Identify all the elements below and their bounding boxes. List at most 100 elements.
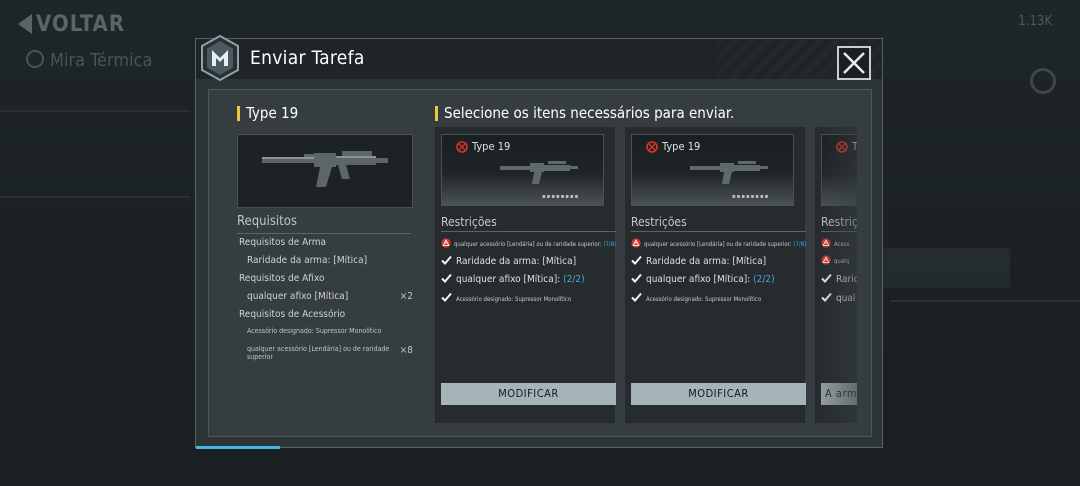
requirement-row: Acessório designado: Supressor Monolític… — [237, 327, 413, 345]
close-button[interactable] — [837, 46, 871, 80]
warning-icon — [821, 255, 831, 265]
check-icon — [631, 292, 642, 302]
m-logo-icon — [201, 35, 239, 81]
restriction-line: qualq — [821, 255, 857, 265]
rarity-mark-icon — [836, 141, 848, 153]
requirement-text: Acessório designado: Supressor Monolític… — [247, 327, 382, 335]
requirement-text: Requisitos de Acessório — [239, 309, 346, 320]
requirement-count: ×2 — [399, 291, 413, 302]
modify-button[interactable]: MODIFICAR — [441, 383, 616, 405]
restriction-text: Raridade da arma: [Mítica] — [456, 256, 577, 267]
requirement-text: Requisitos de Arma — [239, 237, 327, 248]
warning-icon — [821, 238, 831, 248]
card-weapon-name: T — [852, 140, 857, 153]
gear-icon — [1030, 68, 1056, 94]
restrictions-title: Restriç — [821, 215, 857, 229]
requirement-row: Requisitos de Arma — [237, 237, 413, 255]
rarity-mark-icon — [646, 141, 658, 153]
requirement-row: Requisitos de Acessório — [237, 309, 413, 327]
background-divider — [890, 300, 1080, 302]
weapon-card[interactable]: T Restriç Acess qualq Rarid qual A arma — [815, 127, 857, 423]
back-arrow-icon — [18, 14, 32, 34]
check-icon — [441, 273, 452, 283]
restriction-line: qualquer acessório [Lendária] ou de rari… — [631, 238, 811, 248]
restriction-text: Raridade da arma: [Mítica] — [646, 256, 767, 267]
scope-icon — [26, 50, 44, 68]
weapon-card[interactable]: Type 19 ▪▪▪▪▪▪▪▪ Restrições qualquer acessó… — [435, 127, 616, 423]
background-subtitle: Mira Térmica — [26, 50, 152, 71]
restriction-line: Raridade da arma: [Mítica] — [631, 255, 811, 267]
weapon-card-carousel[interactable]: Type 19 ▪▪▪▪▪▪▪▪ Restrições qualquer acessó… — [435, 127, 857, 423]
restriction-line: Rarid — [821, 273, 857, 285]
restriction-progress: (2/2) — [560, 274, 585, 285]
restriction-text: qualquer acessório [Lendária] ou de rari… — [644, 241, 792, 248]
weapon-preview — [237, 134, 413, 208]
warning-icon — [441, 238, 451, 248]
restriction-line: qualquer afixo [Mítica]: (2/2) — [441, 273, 621, 285]
rifle-image — [262, 151, 388, 187]
restriction-text: qual — [836, 293, 856, 304]
rifle-image — [500, 161, 578, 184]
background-subtitle-text: Mira Térmica — [50, 50, 153, 71]
restriction-line: Acess — [821, 238, 857, 248]
restriction-text: qualquer acessório [Lendária] ou de rari… — [454, 241, 602, 248]
background-divider — [0, 196, 190, 198]
rarity-mark-icon — [456, 141, 468, 153]
restriction-line: qualquer afixo [Mítica]: (2/2) — [631, 273, 811, 285]
dialog-body: Type 19 Requisitos Requisitos de Arma Ra… — [208, 89, 872, 437]
requirements-divider — [237, 233, 411, 234]
requirements-title: Requisitos — [237, 214, 298, 229]
card-weapon-image: T — [821, 134, 857, 206]
restrictions-divider — [441, 231, 616, 232]
check-icon — [441, 292, 452, 302]
requirement-count: ×8 — [399, 345, 413, 356]
rifle-image — [690, 161, 768, 184]
restrictions-divider — [631, 231, 806, 232]
requirement-row: qualquer afixo [Mítica] ×2 — [237, 291, 413, 309]
restriction-progress: (2/2) — [750, 274, 775, 285]
weapon-card[interactable]: Type 19 ▪▪▪▪▪▪▪▪ Restrições qualquer acessó… — [625, 127, 806, 423]
weapon-status-button[interactable]: A arma — [821, 383, 857, 405]
progress-accent — [196, 446, 280, 449]
restriction-line: qual — [821, 292, 857, 304]
check-icon — [631, 255, 642, 265]
restriction-text: Acess — [834, 241, 850, 248]
background-resource: 1.13K — [1018, 14, 1052, 29]
restrictions-divider — [821, 231, 857, 232]
back-button[interactable]: VOLTAR — [18, 12, 125, 37]
restriction-line: Acessório designado: Supressor Monolític… — [631, 292, 811, 303]
back-label: VOLTAR — [36, 12, 126, 37]
requirement-text: qualquer afixo [Mítica] — [247, 291, 349, 302]
restriction-text: Rarid — [836, 274, 857, 285]
dialog-title: Enviar Tarefa — [250, 47, 365, 69]
restriction-text: Acessório designado: Supressor Monolític… — [646, 296, 762, 303]
check-icon — [821, 292, 832, 302]
restrictions-title: Restrições — [631, 215, 687, 229]
restriction-line: qualquer acessório [Lendária] ou de rari… — [441, 238, 621, 248]
restriction-progress: (7/8) — [601, 241, 617, 248]
restriction-text: qualquer afixo [Mítica]: — [646, 274, 751, 285]
check-icon — [441, 255, 452, 265]
card-weapon-name: Type 19 — [662, 140, 701, 153]
check-icon — [631, 273, 642, 283]
requirement-text: Requisitos de Afixo — [239, 273, 325, 284]
requirement-row: Requisitos de Afixo — [237, 273, 413, 291]
dialog-header: Enviar Tarefa — [196, 35, 882, 81]
card-weapon-name: Type 19 — [472, 140, 511, 153]
attachment-slots: ▪▪▪▪▪▪▪▪ — [732, 193, 770, 200]
submit-task-dialog: Enviar Tarefa Type 19 Requisitos Requisi… — [195, 35, 883, 449]
requirement-row: qualquer acessório [Lendária] ou de rari… — [237, 345, 413, 363]
attachment-slots: ▪▪▪▪▪▪▪▪ — [542, 193, 580, 200]
weapon-name-heading: Type 19 — [237, 104, 298, 122]
restriction-text: Acessório designado: Supressor Monolític… — [456, 296, 572, 303]
card-weapon-image: Type 19 ▪▪▪▪▪▪▪▪ — [631, 134, 794, 206]
requirement-row: Raridade da arma: [Mítica] — [237, 255, 413, 273]
restriction-progress: (7/8) — [791, 241, 807, 248]
restriction-line: Raridade da arma: [Mítica] — [441, 255, 621, 267]
restriction-line: Acessório designado: Supressor Monolític… — [441, 292, 621, 303]
restrictions-title: Restrições — [441, 215, 497, 229]
modify-button[interactable]: MODIFICAR — [631, 383, 806, 405]
background-divider — [0, 110, 190, 112]
check-icon — [821, 273, 832, 283]
restriction-text: qualq — [834, 258, 850, 265]
